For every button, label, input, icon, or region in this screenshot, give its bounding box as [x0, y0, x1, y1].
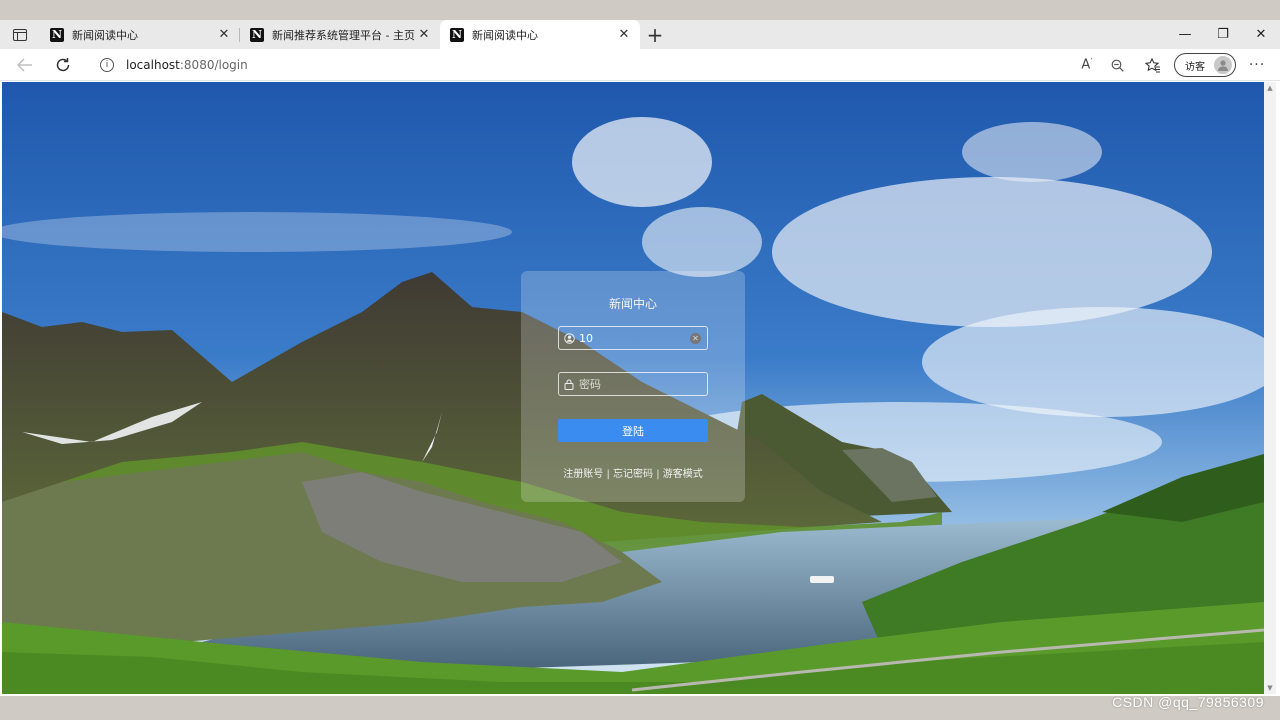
window-controls: — ❐ ✕ [1166, 20, 1280, 49]
user-icon [1214, 56, 1232, 74]
plus-icon: + [646, 22, 664, 47]
page-viewport: 新闻中心 10 ✕ 密码 登陆 注册账号 | 忘记密码 | 游客模式 [2, 82, 1264, 694]
back-button[interactable] [6, 51, 44, 79]
scroll-up-icon[interactable]: ▲ [1266, 84, 1274, 92]
tab-strip: N 新闻阅读中心 ✕ N 新闻推荐系统管理平台 - 主页 ✕ N 新闻阅读中心 … [0, 20, 1280, 49]
username-field[interactable]: 10 ✕ [558, 326, 708, 350]
password-field[interactable]: 密码 [558, 372, 708, 396]
close-icon[interactable]: ✕ [616, 27, 632, 43]
screen-frame: N 新闻阅读中心 ✕ N 新闻推荐系统管理平台 - 主页 ✕ N 新闻阅读中心 … [0, 0, 1280, 720]
user-icon [559, 327, 579, 349]
read-aloud-icon: Aʼ [1081, 57, 1093, 73]
url-host: localhost [126, 58, 180, 72]
read-aloud-button[interactable]: Aʼ [1072, 51, 1102, 79]
favorites-icon [1145, 57, 1160, 72]
zoom-button[interactable] [1102, 51, 1132, 79]
link-separator: | [656, 469, 660, 480]
login-links: 注册账号 | 忘记密码 | 游客模式 [521, 465, 745, 480]
url-path: :8080/login [179, 58, 248, 72]
notion-icon: N [450, 27, 464, 42]
browser-window: N 新闻阅读中心 ✕ N 新闻推荐系统管理平台 - 主页 ✕ N 新闻阅读中心 … [0, 20, 1280, 696]
tab-admin-home[interactable]: N 新闻推荐系统管理平台 - 主页 ✕ [240, 20, 440, 49]
login-title: 新闻中心 [608, 297, 657, 311]
info-icon[interactable]: i [100, 58, 114, 72]
tab-actions-button[interactable] [0, 20, 40, 49]
address-bar[interactable]: i localhost:8080/login [88, 52, 1133, 78]
tab-title: 新闻推荐系统管理平台 - 主页 [272, 28, 415, 42]
navigation-bar: i localhost:8080/login Aʼ 访客 ··· [0, 49, 1280, 81]
refresh-icon [56, 57, 70, 71]
new-tab-button[interactable]: + [640, 20, 670, 49]
toolbar-right: Aʼ 访客 ··· [1072, 49, 1280, 81]
guest-mode-link[interactable]: 游客模式 [663, 469, 703, 480]
tab-title: 新闻阅读中心 [472, 28, 538, 42]
register-link[interactable]: 注册账号 [563, 469, 603, 480]
restore-button[interactable]: ❐ [1204, 20, 1242, 49]
forgot-password-link[interactable]: 忘记密码 [613, 469, 653, 480]
password-placeholder: 密码 [579, 378, 601, 391]
more-button[interactable]: ··· [1242, 51, 1272, 79]
tab-news-reading-active[interactable]: N 新闻阅读中心 ✕ [440, 20, 640, 49]
profile-button[interactable]: 访客 [1174, 53, 1236, 77]
favorites-button[interactable] [1138, 51, 1168, 79]
close-icon[interactable]: ✕ [416, 27, 432, 43]
scroll-down-icon[interactable]: ▼ [1266, 684, 1274, 692]
sidebar-icon [13, 28, 27, 41]
lock-icon [559, 373, 579, 395]
refresh-button[interactable] [44, 51, 82, 79]
close-icon[interactable]: ✕ [216, 27, 232, 43]
username-value: 10 [579, 331, 593, 345]
clear-icon[interactable]: ✕ [690, 332, 701, 344]
watermark-text: CSDN @qq_79856309 [1112, 694, 1264, 710]
back-icon [17, 57, 32, 72]
notion-icon: N [50, 27, 64, 42]
login-card: 新闻中心 10 ✕ 密码 登陆 注册账号 | 忘记密码 | 游客模式 [521, 271, 745, 502]
zoom-icon [1111, 59, 1124, 72]
window-close-button[interactable]: ✕ [1242, 20, 1280, 49]
link-separator: | [606, 469, 610, 480]
tab-news-reading-1[interactable]: N 新闻阅读中心 ✕ [40, 20, 240, 49]
tab-title: 新闻阅读中心 [72, 28, 138, 42]
page-scrollbar[interactable]: ▲ ▼ [1264, 82, 1276, 694]
notion-icon: N [250, 27, 264, 42]
more-icon: ··· [1248, 57, 1266, 73]
minimize-button[interactable]: — [1166, 20, 1204, 49]
login-button[interactable]: 登陆 [558, 419, 708, 442]
profile-label: 访客 [1185, 61, 1205, 73]
